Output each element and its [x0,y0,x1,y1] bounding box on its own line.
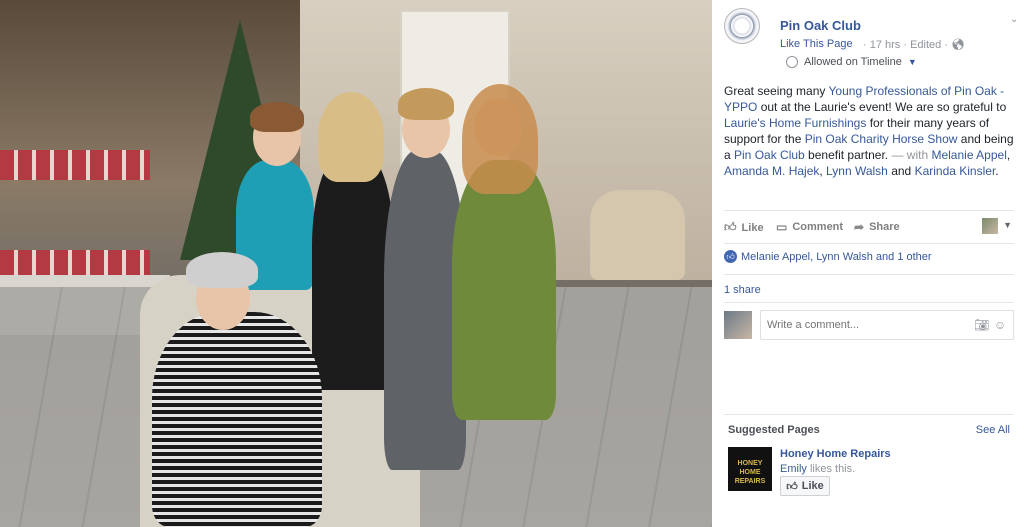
suggested-pages-heading: Suggested Pages [728,424,820,436]
post-side-panel: Pin Oak Club Like This Page · 17 hrs · E… [712,0,1024,527]
page-name-link[interactable]: Pin Oak Club [780,18,861,33]
chevron-down-icon[interactable]: ⌄ [1010,14,1020,25]
post-text-part: Great seeing many [724,84,829,98]
tagged-person-melanie[interactable]: Melanie Appel [931,148,1006,162]
comment-icon: ▭ [776,220,788,234]
facebook-photo-viewer: Pin Oak Club Like This Page · 17 hrs · E… [0,0,1024,527]
post-header: Pin Oak Club Like This Page · 17 hrs · E… [724,8,1018,68]
tagged-person-lynn[interactable]: Lynn Walsh [826,164,888,178]
comment-action-label: Comment [792,221,844,233]
post-actions: 👍︎ Like ▭ Comment ➦ Share ▼ [724,218,1014,236]
likes-this-label: likes this. [806,463,856,475]
comment-composer: 📷︎ ☺ [724,310,1014,340]
post-text: Great seeing many Young Professionals of… [724,84,1014,178]
tag-link-pin-oak-club[interactable]: Pin Oak Club [734,148,805,162]
friend-link[interactable]: Emily [780,463,807,475]
photo-person-5 [152,312,322,527]
like-page-button[interactable]: 👍︎ Like [780,476,830,496]
timeline-dropdown[interactable]: Allowed on Timeline ▼ [786,56,917,68]
share-action[interactable]: ➦ Share [854,220,900,234]
tag-link-horse-show[interactable]: Pin Oak Charity Horse Show [805,132,958,146]
thumbs-up-icon: 👍︎ [786,480,798,493]
like-action[interactable]: 👍︎ Like [724,220,764,235]
post-as-avatar[interactable] [982,218,998,234]
photo-person-4 [452,160,556,420]
post-meta: · 17 hrs · Edited · 🌎︎ [863,38,965,51]
page-avatar[interactable] [724,8,760,44]
photo-hair-3 [398,88,454,120]
photo-chair [590,190,685,280]
caret-down-icon[interactable]: ▼ [1003,220,1012,230]
photo-hair-2 [318,92,384,182]
share-action-label: Share [869,221,900,233]
and-label: and [887,164,912,178]
reactions-row[interactable]: 👍︎ Melanie Appel, Lynn Walsh and 1 other [724,250,932,263]
photo-ribbon-decor [0,150,150,180]
suggested-page-thumbnail[interactable]: HONEY HOME REPAIRS [728,447,772,491]
divider [724,243,1014,244]
like-reaction-icon: 👍︎ [724,250,737,263]
post-text-end: . [995,164,999,178]
with-label: — with [888,148,929,162]
post-text-part: benefit partner. [804,148,889,162]
like-action-label: Like [741,221,764,234]
timeline-label: Allowed on Timeline [804,56,902,68]
divider [724,274,1014,275]
suggested-page-name[interactable]: Honey Home Repairs [780,448,891,460]
like-page-button-label: Like [801,480,824,492]
tagged-person-amanda[interactable]: Amanda M. Hajek [724,164,819,178]
commenter-avatar [724,311,752,339]
like-this-page-link[interactable]: Like This Page [780,38,853,50]
emoji-icon[interactable]: ☺ [994,318,1006,332]
comment-action[interactable]: ▭ Comment [776,220,843,234]
divider [724,210,1014,211]
photo-person-2 [312,150,394,390]
photo-hair-1 [250,102,304,132]
divider [724,414,1014,415]
see-all-link[interactable]: See All [976,424,1010,436]
thumbs-up-icon: 👍︎ [724,220,737,234]
suggested-page-social: Emily likes this. [780,463,855,475]
caret-down-icon: ▼ [907,57,917,67]
photo-hair-4 [462,84,538,194]
shares-count-link[interactable]: 1 share [724,284,761,296]
timeline-circle-icon [786,56,798,68]
post-timestamp[interactable]: · 17 hrs · Edited · [863,39,948,51]
share-icon: ➦ [854,220,865,234]
divider [724,302,1014,303]
tagged-person-karinda[interactable]: Karinda Kinsler [915,164,996,178]
camera-icon[interactable]: 📷︎ [974,318,989,332]
post-photo[interactable] [0,0,712,527]
photo-hair-5 [186,252,258,288]
post-text-part: out at the Laurie's event! We are so gra… [757,100,1007,114]
globe-icon: 🌎︎ [951,39,966,51]
tag-link-lauries[interactable]: Laurie's Home Furnishings [724,116,866,130]
reactions-text: Melanie Appel, Lynn Walsh and 1 other [741,250,932,263]
